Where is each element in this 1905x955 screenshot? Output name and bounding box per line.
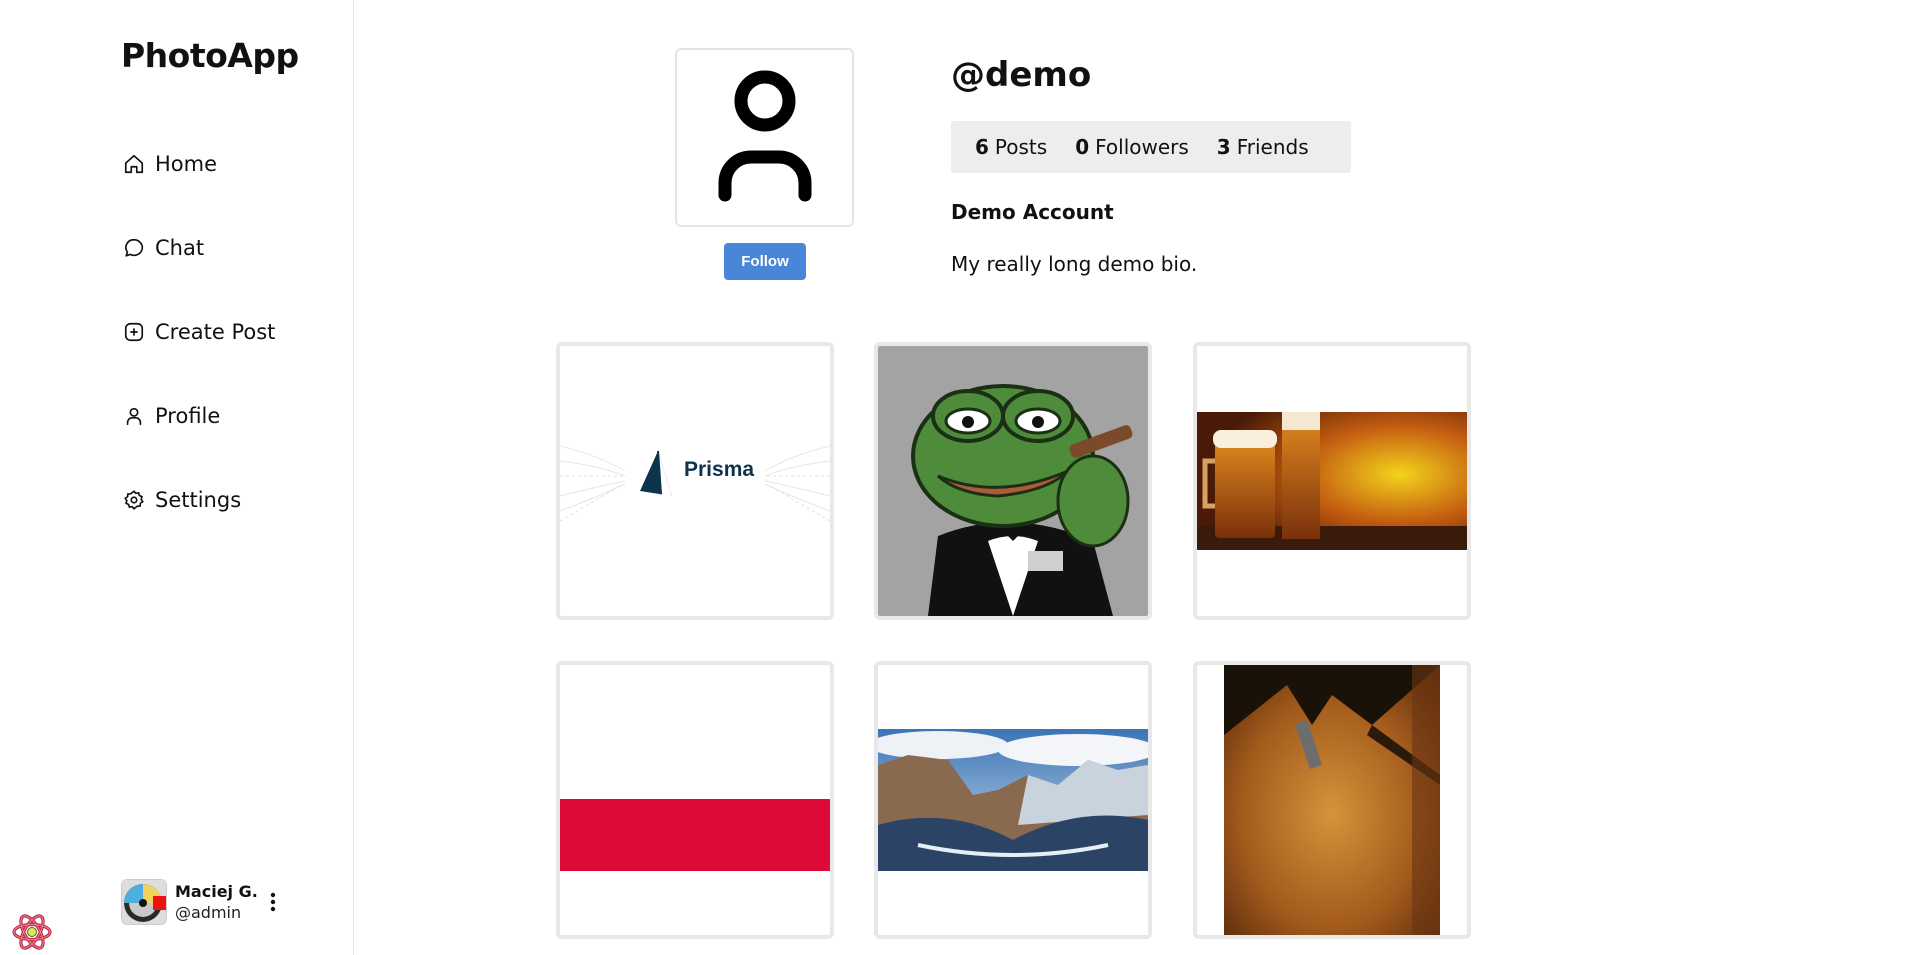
prisma-logo-text: Prisma (684, 458, 755, 481)
user-icon (126, 407, 142, 426)
nav-item-home[interactable]: Home (123, 152, 217, 176)
friends-count: 3 (1216, 135, 1231, 159)
post-thumbnail-frog[interactable] (874, 342, 1152, 620)
plus-square-icon (124, 322, 144, 342)
gear-icon (124, 490, 144, 510)
current-user-handle: @admin (175, 903, 242, 922)
stat-followers[interactable]: 0 Followers (1075, 135, 1189, 159)
profile-stats: 6 Posts 0 Followers 3 Friends (951, 121, 1351, 173)
follow-button[interactable]: Follow (724, 243, 806, 280)
nav-item-profile[interactable]: Profile (123, 404, 220, 428)
friends-label: Friends (1236, 135, 1309, 159)
posts-count: 6 (975, 135, 989, 159)
post-thumbnail-prisma[interactable]: Prisma (556, 342, 834, 620)
stat-friends[interactable]: 3 Friends (1217, 135, 1309, 159)
posts-label: Posts (994, 135, 1048, 159)
nav-item-create-post[interactable]: Create Post (123, 320, 275, 344)
nav-label-settings: Settings (155, 488, 242, 512)
avatar (121, 879, 167, 925)
profile-username: @demo (951, 55, 1092, 95)
nav-label-home: Home (155, 152, 218, 176)
nav-label-create-post: Create Post (155, 320, 276, 344)
current-user-card[interactable]: Maciej G. @admin (121, 878, 286, 926)
post-thumbnail-wood[interactable] (1193, 661, 1471, 939)
followers-count: 0 (1075, 135, 1090, 159)
nav-label-profile: Profile (155, 404, 221, 428)
user-icon (718, 70, 811, 201)
post-thumbnail-mountains[interactable] (874, 661, 1152, 939)
followers-label: Followers (1095, 135, 1189, 159)
nav-item-chat[interactable]: Chat (123, 236, 204, 260)
more-vertical-icon[interactable] (268, 890, 278, 914)
stat-posts[interactable]: 6 Posts (975, 135, 1047, 159)
react-devtools-icon[interactable] (10, 912, 54, 952)
app-logo[interactable]: PhotoApp (121, 36, 299, 75)
home-icon (124, 154, 144, 174)
nav-item-settings[interactable]: Settings (123, 488, 241, 512)
post-thumbnail-flag[interactable] (556, 661, 834, 939)
sidebar: PhotoApp Home Chat Create Post Profile S… (0, 0, 354, 955)
nav-label-chat: Chat (155, 236, 205, 260)
post-thumbnail-beer[interactable] (1193, 342, 1471, 620)
chat-icon (125, 238, 144, 257)
profile-bio: My really long demo bio. (951, 252, 1198, 276)
profile-display-name: Demo Account (951, 200, 1114, 224)
profile-picture (675, 48, 854, 227)
current-user-name: Maciej G. (175, 882, 258, 901)
